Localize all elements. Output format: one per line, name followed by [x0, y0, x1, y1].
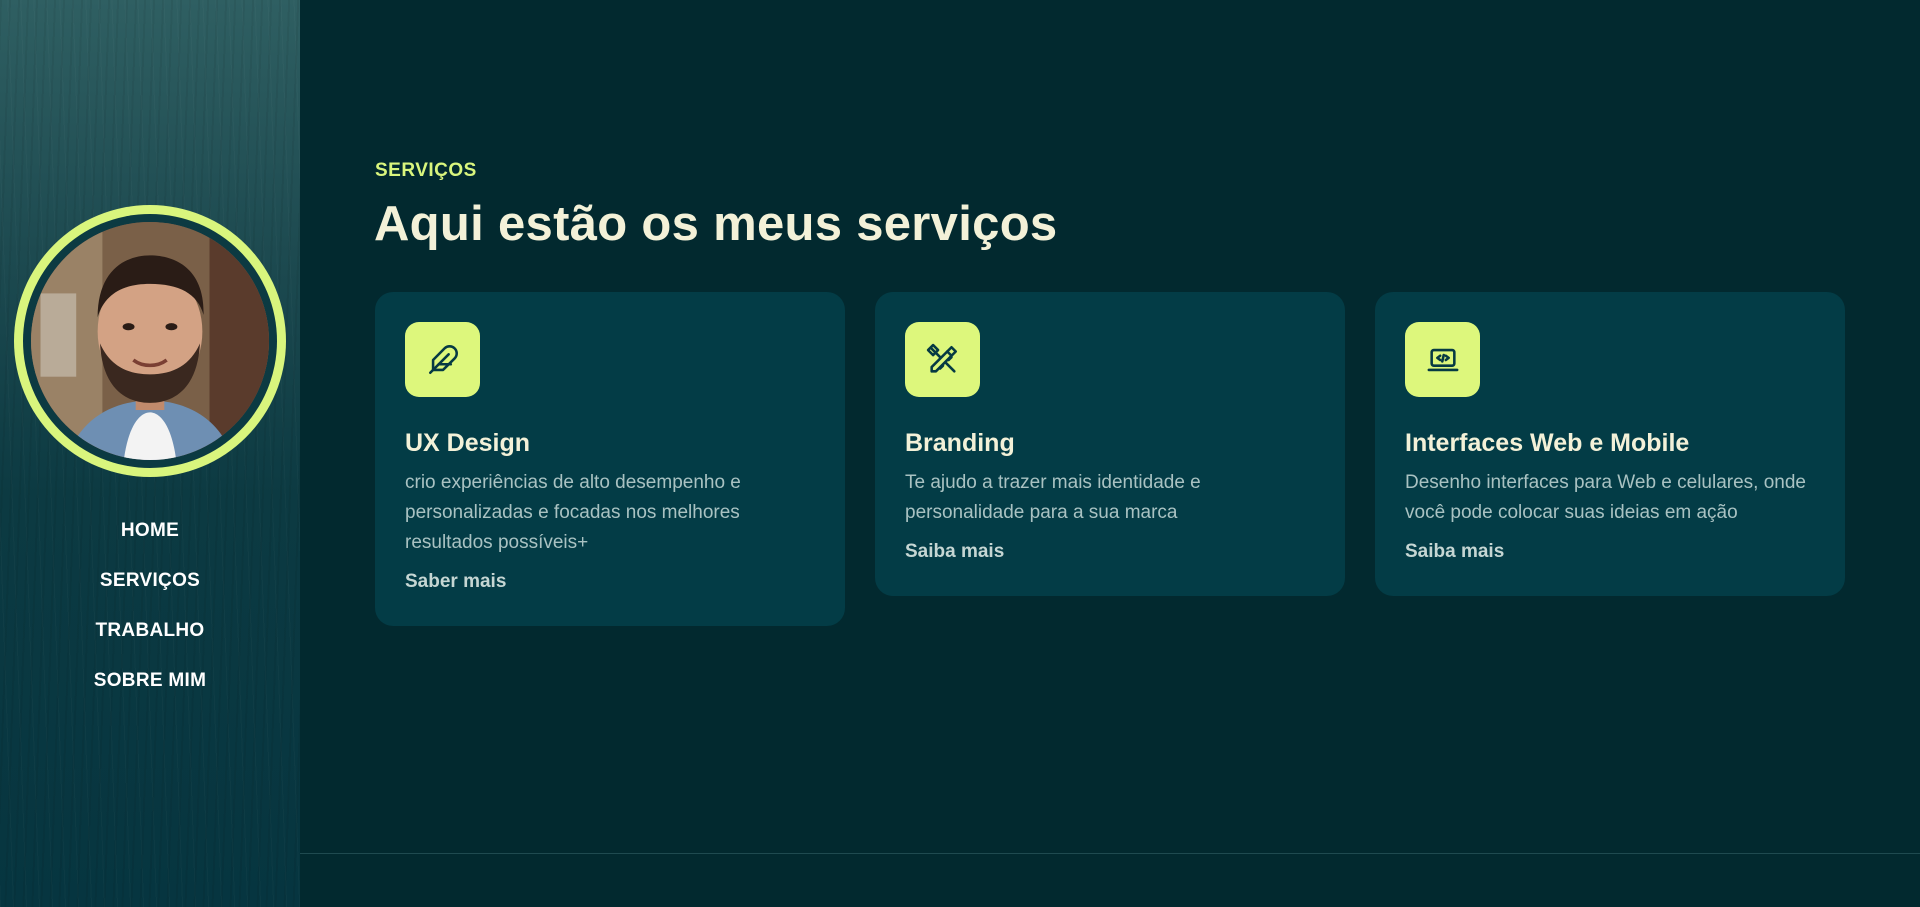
pencil-ruler-icon: [905, 322, 980, 397]
card-title: Branding: [905, 429, 1015, 457]
card-description: Desenho interfaces para Web e celulares,…: [1405, 472, 1807, 523]
nav-item-servicos[interactable]: SERVIÇOS: [100, 570, 200, 592]
laptop-code-icon: [1405, 322, 1480, 397]
saiba-mais-link[interactable]: Saiba mais: [905, 540, 1004, 564]
nav-item-home[interactable]: HOME: [121, 520, 179, 542]
saber-mais-link[interactable]: Saber mais: [405, 570, 506, 594]
section-eyebrow: SERVIÇOS: [375, 160, 477, 181]
services-section: SERVIÇOS Aqui estão os meus serviços UX …: [300, 0, 1920, 907]
card-description: Te ajudo a trazer mais identidade e pers…: [905, 472, 1201, 523]
section-heading: Aqui estão os meus serviços: [374, 197, 1058, 251]
saiba-mais-link[interactable]: Saiba mais: [1405, 540, 1504, 564]
nav-item-sobre-mim[interactable]: SOBRE MIM: [94, 670, 206, 692]
card-description: crio experiências de alto desempenho e p…: [405, 472, 741, 553]
avatar-ring: [14, 205, 286, 477]
service-card-ux-design: UX Design crio experiências de alto dese…: [375, 292, 845, 626]
feather-icon: [405, 322, 480, 397]
section-divider: [300, 853, 1920, 854]
service-card-interfaces: Interfaces Web e Mobile Desenho interfac…: [1375, 292, 1845, 596]
card-title: Interfaces Web e Mobile: [1405, 429, 1690, 457]
avatar: [31, 222, 269, 460]
sidebar: HOME SERVIÇOS TRABALHO SOBRE MIM: [0, 0, 300, 907]
card-title: UX Design: [405, 429, 531, 457]
service-card-branding: Branding Te ajudo a trazer mais identida…: [875, 292, 1345, 596]
nav-item-trabalho[interactable]: TRABALHO: [96, 620, 205, 642]
avatar-photo: [31, 222, 269, 460]
main-nav: HOME SERVIÇOS TRABALHO SOBRE MIM: [0, 520, 300, 692]
